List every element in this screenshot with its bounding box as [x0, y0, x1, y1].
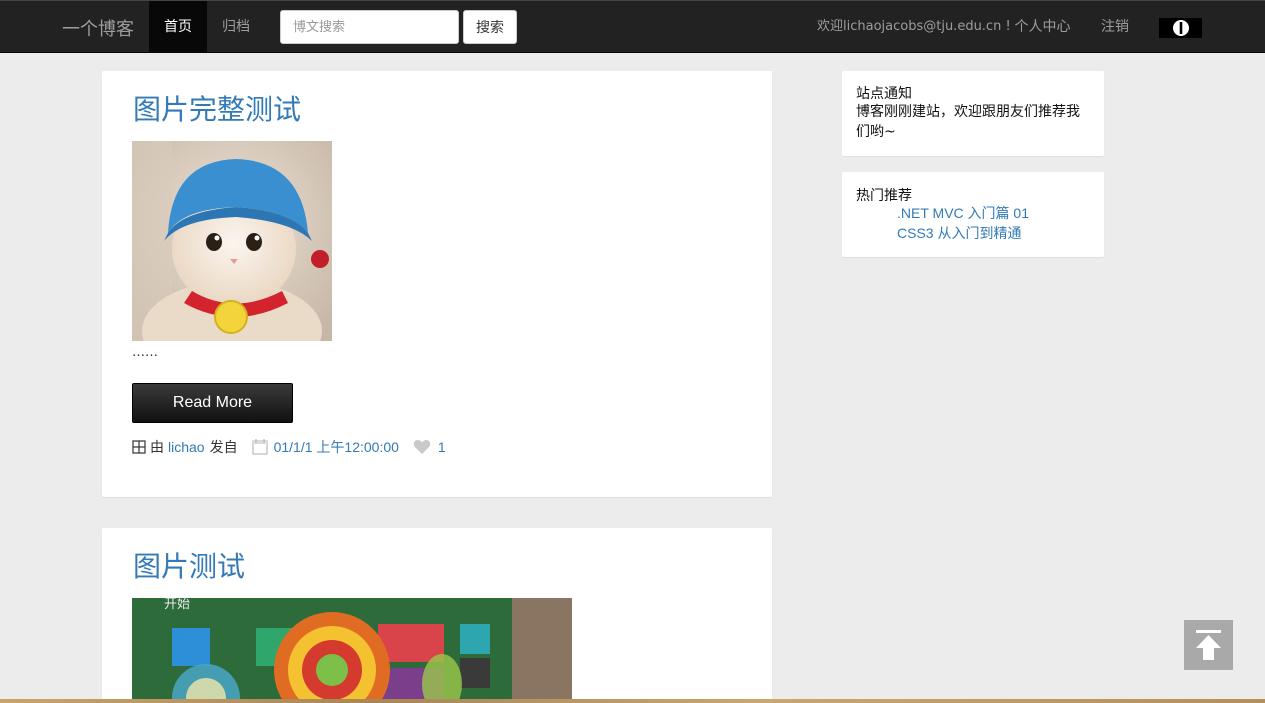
- author-link[interactable]: lichao: [168, 439, 205, 455]
- read-more-button[interactable]: Read More: [132, 383, 293, 423]
- taskbar-strip: [0, 699, 1265, 703]
- notice-title: 站点通知: [856, 86, 912, 102]
- hot-title: 热门推荐: [856, 188, 912, 204]
- nav-profile[interactable]: 个人中心: [1000, 1, 1085, 53]
- calendar-icon: [251, 439, 274, 455]
- back-to-top-button[interactable]: [1184, 620, 1233, 670]
- hot-item[interactable]: CSS3 从入门到精通: [897, 223, 1029, 243]
- post-card: 图片测试 开始: [102, 528, 772, 703]
- site-notice-panel: 站点通知 博客刚刚建站，欢迎跟朋友们推荐我们哟~: [842, 71, 1104, 156]
- post-meta: 由 lichao 发自 01/1/1 上午12:00:00 1: [132, 437, 446, 457]
- post-excerpt: ……: [132, 345, 158, 360]
- like-count[interactable]: 1: [438, 439, 446, 455]
- search-button[interactable]: 搜索: [463, 10, 517, 44]
- brand-logo[interactable]: 一个博客: [62, 15, 134, 41]
- meta-by: 由: [150, 439, 164, 455]
- hot-recommend-panel: 热门推荐 .NET MVC 入门篇 01 CSS3 从入门到精通: [842, 172, 1104, 257]
- notice-text: 博客刚刚建站，欢迎跟朋友们推荐我们哟~: [856, 104, 1080, 140]
- post-image: [132, 141, 332, 341]
- nav-home[interactable]: 首页: [149, 1, 207, 53]
- nav-logout[interactable]: 注销: [1087, 1, 1143, 53]
- screen-start-label: 开始: [164, 598, 190, 612]
- navbar: 一个博客 首页 归档 搜索 欢迎lichaojacobs@tju.edu.cn …: [0, 0, 1265, 53]
- post-title[interactable]: 图片完整测试: [133, 88, 301, 128]
- arrow-up-icon: [1196, 630, 1221, 660]
- nav-archive[interactable]: 归档: [207, 1, 265, 53]
- welcome-user: 欢迎lichaojacobs@tju.edu.cn !: [817, 19, 1011, 34]
- post-card: 图片完整测试 …… Read More 由 lichao 发自 01/1/1 上…: [102, 71, 772, 497]
- meta-posted: 发自: [209, 439, 238, 455]
- search-input[interactable]: [280, 10, 459, 44]
- hot-item[interactable]: .NET MVC 入门篇 01: [897, 203, 1029, 223]
- post-date[interactable]: 01/1/1 上午12:00:00: [274, 437, 399, 457]
- post-image: 开始: [132, 598, 572, 703]
- user-icon: [132, 439, 150, 455]
- heart-icon[interactable]: [413, 439, 438, 455]
- post-title[interactable]: 图片测试: [133, 545, 245, 585]
- hot-list: .NET MVC 入门篇 01 CSS3 从入门到精通: [897, 203, 1029, 243]
- power-icon[interactable]: [1159, 18, 1202, 38]
